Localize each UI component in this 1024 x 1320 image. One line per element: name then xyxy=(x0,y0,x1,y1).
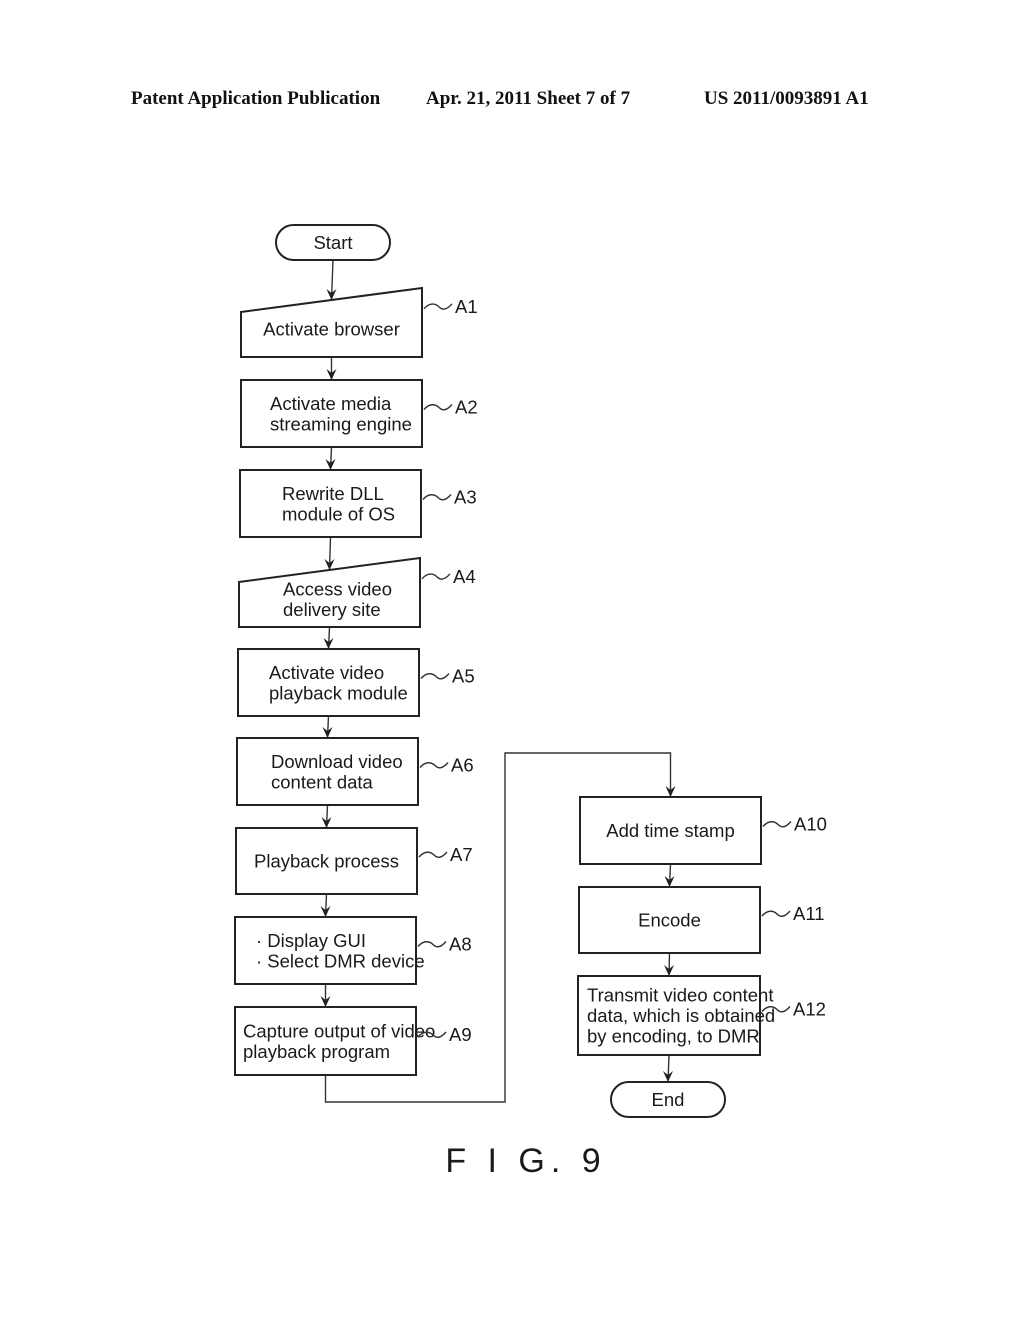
step-label-line: streaming engine xyxy=(270,413,412,434)
reference-label-a9: A9 xyxy=(449,1024,472,1045)
step-a7-label: Playback process xyxy=(254,851,399,872)
end-terminal-label: End xyxy=(652,1089,685,1110)
reference-leader-line xyxy=(418,851,448,858)
start-terminal: Start xyxy=(275,224,391,261)
step-label-line: Capture output of video xyxy=(243,1020,435,1041)
step-a2: Activate mediastreaming engine A2 xyxy=(240,379,478,448)
step-a3: Rewrite DLLmodule of OS A3 xyxy=(239,469,477,538)
step-label-line: Rewrite DLL xyxy=(282,483,384,504)
step-label-line: data, which is obtained xyxy=(587,1005,775,1026)
reference-leader-line xyxy=(762,821,792,828)
step-label-line: Activate video xyxy=(269,662,384,683)
step-label-line: Access video xyxy=(283,578,392,599)
flowchart-nodes: Start End Activate browser A1 Activate media… xyxy=(234,224,827,1118)
reference-label-a4: A4 xyxy=(453,566,476,587)
step-label-line: Playback process xyxy=(254,851,399,872)
figure-caption: F I G. 9 xyxy=(445,1142,606,1180)
reference-label-a8: A8 xyxy=(449,934,472,955)
reference-leader-line xyxy=(419,762,449,769)
step-label-line: playback module xyxy=(269,682,408,703)
reference-label-a5: A5 xyxy=(452,666,475,687)
reference-label-a2: A2 xyxy=(455,397,478,418)
start-terminal-label: Start xyxy=(313,232,352,253)
step-label-line: playback program xyxy=(243,1041,390,1062)
step-a11: Encode A11 xyxy=(578,886,825,954)
reference-leader-line xyxy=(423,404,453,411)
flowchart-diagram: Start End Activate browser A1 Activate media… xyxy=(234,224,827,1180)
step-a2-label: Activate mediastreaming engine xyxy=(270,393,412,435)
step-a4-label: Access videodelivery site xyxy=(283,578,392,620)
reference-label-a6: A6 xyxy=(451,755,474,776)
step-label-line: Activate media xyxy=(270,393,392,414)
step-a1-label: Activate browser xyxy=(263,319,400,340)
reference-leader-line xyxy=(420,673,450,680)
reference-label-a1: A1 xyxy=(455,296,478,317)
step-a7: Playback process A7 xyxy=(235,827,473,895)
step-label-line: · Select DMR device xyxy=(256,950,425,971)
reference-label-a7: A7 xyxy=(450,844,473,865)
step-a12: Transmit video contentdata, which is obt… xyxy=(577,975,826,1056)
reference-leader-line xyxy=(422,494,452,501)
step-a1: Activate browser A1 xyxy=(240,286,478,358)
step-a12-label: Transmit video contentdata, which is obt… xyxy=(587,985,775,1047)
reference-leader-line xyxy=(761,910,791,917)
reference-label-a11: A11 xyxy=(793,903,825,924)
step-a10: Add time stamp A10 xyxy=(579,796,827,865)
step-a4: Access videodelivery site A4 xyxy=(238,556,476,628)
step-label-line: Download video xyxy=(271,751,403,772)
reference-label-a10: A10 xyxy=(794,814,827,835)
reference-leader-line xyxy=(423,303,453,310)
step-a9: Capture output of videoplayback program A… xyxy=(234,1006,472,1076)
step-label-line: content data xyxy=(271,771,374,792)
step-label-line: Transmit video content xyxy=(587,985,773,1006)
step-label-line: Activate browser xyxy=(263,319,400,340)
step-label-line: · Display GUI xyxy=(256,930,366,951)
reference-leader-line xyxy=(421,573,451,580)
step-label-line: Add time stamp xyxy=(606,820,735,841)
step-label-line: by encoding, to DMR xyxy=(587,1026,760,1047)
step-a8: · Display GUI· Select DMR device A8 xyxy=(234,916,472,985)
end-terminal: End xyxy=(610,1081,726,1118)
step-a10-label: Add time stamp xyxy=(606,820,735,841)
step-a11-label: Encode xyxy=(638,910,701,931)
step-label-line: Encode xyxy=(638,910,701,931)
step-a5: Activate videoplayback module A5 xyxy=(237,648,475,717)
step-label-line: module of OS xyxy=(282,503,395,524)
reference-label-a3: A3 xyxy=(454,487,477,508)
step-a6: Download videocontent data A6 xyxy=(236,737,474,806)
step-label-line: delivery site xyxy=(283,599,381,620)
step-a3-label: Rewrite DLLmodule of OS xyxy=(282,483,395,525)
reference-label-a12: A12 xyxy=(793,999,826,1020)
reference-leader-line xyxy=(417,941,447,948)
